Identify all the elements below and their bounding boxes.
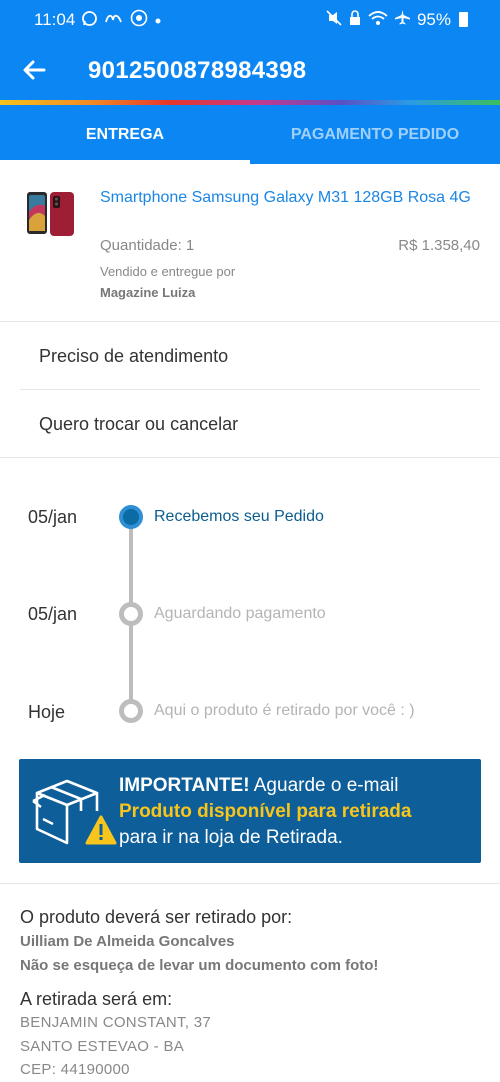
status-bar: 11:04 95%	[0, 0, 500, 38]
wifi-icon	[368, 10, 388, 30]
banner-line-1: IMPORTANTE! Aguarde o e-mail	[119, 773, 411, 799]
banner-important-label: IMPORTANTE!	[119, 775, 250, 796]
badge-icon	[130, 9, 148, 31]
timeline-step-label: Recebemos seu Pedido	[154, 508, 324, 525]
address-line-2: SANTO ESTEVAO - BA	[20, 1038, 185, 1055]
notification-icon	[104, 10, 124, 30]
banner-line-1-text: Aguarde o e-mail	[249, 775, 399, 796]
status-time: 11:04	[34, 10, 76, 29]
battery-icon	[459, 12, 468, 27]
order-number-title: 9012500878984398	[88, 57, 307, 84]
banner-line-2: Produto disponível para retirada	[119, 801, 412, 822]
address-cep: CEP: 44190000	[20, 1061, 130, 1078]
pickup-by-label: O produto deverá ser retirado por:	[20, 907, 293, 927]
timeline-date: 05/jan	[28, 507, 78, 527]
box-warning-icon	[29, 771, 129, 853]
product-card: Smartphone Samsung Galaxy M31 128GB Rosa…	[0, 164, 500, 322]
airplane-icon	[394, 9, 411, 30]
seller-name: Magazine Luiza	[100, 285, 196, 300]
lock-icon	[348, 9, 362, 30]
app-bar: 9012500878984398	[0, 38, 500, 102]
tab-entrega[interactable]: ENTREGA	[0, 105, 250, 164]
product-price: R$ 1.358,40	[398, 237, 480, 254]
pickup-where-label: A retirada será em:	[20, 989, 173, 1009]
divider	[0, 457, 500, 458]
timeline-step-pending-icon	[119, 699, 143, 723]
divider	[0, 883, 500, 884]
timeline-step-done-icon	[119, 505, 143, 529]
help-option[interactable]: Preciso de atendimento	[20, 322, 480, 390]
pickup-important-banner: IMPORTANTE! Aguarde o e-mail Produto dis…	[19, 759, 481, 863]
product-image[interactable]	[24, 190, 76, 238]
address-line-1: BENJAMIN CONSTANT, 37	[20, 1014, 212, 1031]
more-dot-icon	[154, 11, 162, 29]
battery-percent: 95%	[416, 9, 451, 29]
mute-icon	[326, 9, 342, 30]
back-arrow-icon[interactable]	[20, 56, 48, 84]
tab-bar: ENTREGA PAGAMENTO PEDIDO	[0, 105, 500, 164]
tab-pagamento-pedido[interactable]: PAGAMENTO PEDIDO	[250, 105, 500, 164]
timeline-step-label: Aguardando pagamento	[154, 605, 326, 622]
product-name-link[interactable]: Smartphone Samsung Galaxy M31 128GB Rosa…	[100, 188, 480, 208]
whatsapp-icon	[81, 10, 98, 31]
timeline-date: Hoje	[28, 702, 66, 722]
pickup-reminder: Não se esqueça de levar um documento com…	[20, 957, 379, 974]
exchange-cancel-option[interactable]: Quero trocar ou cancelar	[20, 390, 480, 458]
product-quantity: Quantidade: 1	[100, 237, 195, 254]
pickup-person: Uilliam De Almeida Goncalves	[20, 933, 235, 950]
banner-line-3: para ir na loja de Retirada.	[119, 827, 343, 848]
timeline-step-pending-icon	[119, 602, 143, 626]
timeline-date: 05/jan	[28, 604, 78, 624]
timeline-step-label: Aqui o produto é retirado por você : )	[154, 702, 415, 719]
sold-by-label: Vendido e entregue por	[100, 264, 236, 279]
